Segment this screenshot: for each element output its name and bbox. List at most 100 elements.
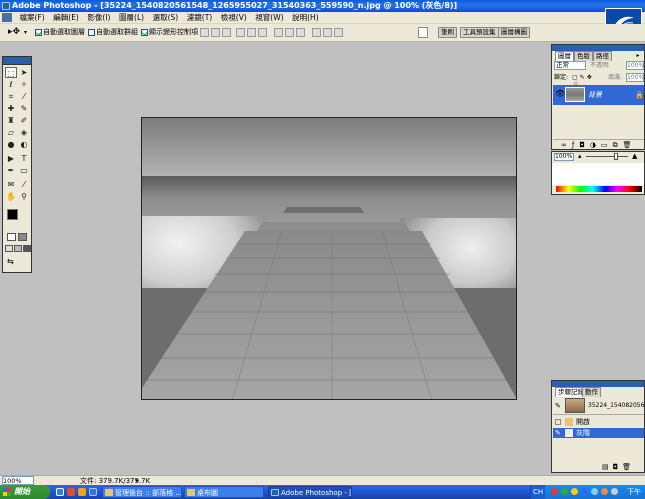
blend-mode-select[interactable]: 正常 bbox=[554, 61, 586, 70]
new-snapshot-icon[interactable]: ◘ bbox=[613, 463, 623, 471]
quick-mask-mode-icon[interactable] bbox=[18, 233, 27, 241]
tray-icon[interactable] bbox=[561, 488, 568, 495]
tray-icon[interactable] bbox=[571, 488, 578, 495]
history-brush-source-icon[interactable]: ✎ bbox=[555, 402, 561, 410]
quicklaunch-app-icon[interactable] bbox=[67, 488, 75, 496]
taskbar-button-wallpaper[interactable]: 桌布圖 bbox=[184, 486, 264, 498]
new-group-icon[interactable]: ▭ bbox=[601, 141, 613, 149]
eraser-tool-icon[interactable]: ▱ bbox=[5, 127, 17, 138]
new-layer-icon[interactable]: ⧉ bbox=[613, 141, 623, 149]
tray-icon[interactable] bbox=[601, 488, 608, 495]
start-button[interactable]: 開始 bbox=[0, 485, 50, 499]
history-snapshot[interactable]: ✎ 35224_1540820561548_... bbox=[553, 397, 644, 415]
menu-layer[interactable]: 圖層(L) bbox=[116, 12, 147, 24]
tray-icon[interactable] bbox=[581, 488, 588, 495]
tab-actions[interactable]: 動作 bbox=[582, 387, 601, 397]
taskbar-button-blog-admin[interactable]: 管理後台 :: 部落格 ... bbox=[102, 486, 182, 498]
menu-help[interactable]: 說明(H) bbox=[289, 12, 322, 24]
eye-icon[interactable]: 👁 bbox=[555, 90, 565, 98]
standard-mode-icon[interactable] bbox=[7, 233, 16, 241]
tool-preset-dropdown-icon[interactable]: ▾ bbox=[24, 29, 27, 36]
tray-icon[interactable] bbox=[551, 488, 558, 495]
well-tab-layer-comps[interactable]: 圖層構圖 bbox=[498, 27, 530, 38]
align-top-icon[interactable] bbox=[200, 28, 209, 37]
screen-mode-standard-icon[interactable] bbox=[5, 245, 13, 252]
well-tab-tool-presets[interactable]: 工具預設集 bbox=[460, 27, 499, 38]
distribute-vcenter-icon[interactable] bbox=[285, 28, 294, 37]
distribute-hcenter-icon[interactable] bbox=[323, 28, 332, 37]
menu-select[interactable]: 選取(S) bbox=[150, 12, 182, 24]
move-tool-icon[interactable]: ➤ bbox=[18, 67, 30, 78]
menu-view[interactable]: 檢視(V) bbox=[218, 12, 250, 24]
eyedropper-tool-icon[interactable]: ⁄ bbox=[18, 179, 30, 190]
shape-tool-icon[interactable]: ▭ bbox=[18, 165, 30, 176]
history-item-open[interactable]: 開啟 bbox=[553, 417, 644, 427]
brush-tool-icon[interactable]: ✎ bbox=[18, 103, 30, 114]
distribute-bottom-icon[interactable] bbox=[296, 28, 305, 37]
auto-select-group-checkbox[interactable] bbox=[88, 28, 95, 36]
zoom-slider-track[interactable] bbox=[586, 156, 628, 157]
document-canvas[interactable] bbox=[141, 117, 517, 400]
crop-tool-icon[interactable]: ⌗ bbox=[5, 91, 17, 102]
menu-filter[interactable]: 濾鏡(T) bbox=[184, 12, 215, 24]
panel-menu-icon[interactable]: ▸ bbox=[634, 52, 642, 59]
history-item-grayscale[interactable]: ✎ 灰階 bbox=[553, 428, 644, 438]
navigator-zoom-field[interactable]: 100% bbox=[554, 153, 574, 161]
fill-field[interactable]: 100% bbox=[626, 73, 644, 82]
trash-icon[interactable]: 🗑 bbox=[622, 463, 635, 471]
align-hcenter-icon[interactable] bbox=[247, 28, 256, 37]
healing-brush-tool-icon[interactable]: ✚ bbox=[5, 103, 17, 114]
foreground-color-swatch[interactable] bbox=[7, 209, 18, 220]
distribute-right-icon[interactable] bbox=[334, 28, 343, 37]
show-transform-option[interactable]: 顯示變形控制項 bbox=[141, 28, 198, 37]
status-zoom-field[interactable]: 100% bbox=[2, 476, 34, 485]
auto-select-layer-checkbox[interactable] bbox=[35, 28, 42, 36]
zoom-out-icon[interactable]: ▴ bbox=[578, 153, 582, 160]
align-bottom-icon[interactable] bbox=[222, 28, 231, 37]
slice-tool-icon[interactable]: ⁄ bbox=[18, 91, 30, 102]
hand-tool-icon[interactable]: ✋ bbox=[5, 191, 17, 202]
align-right-icon[interactable] bbox=[258, 28, 267, 37]
trash-icon[interactable]: 🗑 bbox=[623, 141, 637, 149]
auto-select-group-option[interactable]: 自動選取群組 bbox=[88, 28, 138, 37]
blur-tool-icon[interactable]: ● bbox=[5, 139, 17, 150]
align-left-icon[interactable] bbox=[236, 28, 245, 37]
menu-edit[interactable]: 編輯(E) bbox=[50, 12, 82, 24]
show-desktop-icon[interactable] bbox=[56, 488, 64, 496]
zoom-slider-thumb[interactable] bbox=[614, 153, 618, 160]
history-brush-tool-icon[interactable]: ✐ bbox=[18, 115, 30, 126]
move-tool-icon[interactable]: ▸✥ bbox=[8, 27, 20, 37]
menu-image[interactable]: 影像(I) bbox=[84, 12, 113, 24]
new-document-from-state-icon[interactable]: ▤ bbox=[602, 463, 613, 471]
toolbox-header[interactable] bbox=[3, 57, 31, 65]
well-tab-brushes[interactable]: 筆刷 bbox=[438, 27, 457, 38]
clone-stamp-tool-icon[interactable]: ♜ bbox=[5, 115, 17, 126]
new-adjustment-icon[interactable]: ◑ bbox=[590, 141, 601, 149]
jump-to-imageready-icon[interactable]: ⇆ bbox=[7, 257, 27, 266]
tab-paths[interactable]: 路徑 bbox=[593, 51, 612, 61]
color-ramp[interactable] bbox=[556, 186, 642, 192]
quicklaunch-ie-icon[interactable] bbox=[89, 488, 97, 496]
type-tool-icon[interactable]: T bbox=[18, 153, 30, 164]
language-indicator[interactable]: CH bbox=[531, 485, 546, 499]
menu-window[interactable]: 視窗(W) bbox=[252, 12, 286, 24]
path-selection-tool-icon[interactable]: ▶ bbox=[5, 153, 17, 164]
notes-tool-icon[interactable]: ✉ bbox=[5, 179, 17, 190]
distribute-top-icon[interactable] bbox=[274, 28, 283, 37]
layer-row-background[interactable]: 👁 背景 🔒 bbox=[553, 85, 644, 105]
screen-mode-full-icon[interactable] bbox=[23, 245, 31, 252]
distribute-left-icon[interactable] bbox=[312, 28, 321, 37]
quicklaunch-media-icon[interactable] bbox=[78, 488, 86, 496]
paint-bucket-tool-icon[interactable]: ◈ bbox=[18, 127, 30, 138]
tab-channels[interactable]: 色版 bbox=[574, 51, 593, 61]
lock-icons[interactable]: ▢✎✥🔒 bbox=[572, 74, 602, 88]
taskbar-button-photoshop[interactable]: Adobe Photoshop - [3... bbox=[268, 486, 352, 498]
lasso-tool-icon[interactable]: ℓ bbox=[5, 79, 17, 90]
pen-tool-icon[interactable]: ✒ bbox=[5, 165, 17, 176]
photoshop-menu-icon[interactable] bbox=[2, 13, 12, 22]
magic-wand-tool-icon[interactable]: ✧ bbox=[18, 79, 30, 90]
auto-select-layer-option[interactable]: 自動選取圖層 bbox=[35, 28, 85, 37]
align-vcenter-icon[interactable] bbox=[211, 28, 220, 37]
palette-well-toggle-icon[interactable] bbox=[418, 27, 428, 38]
dodge-tool-icon[interactable]: ◐ bbox=[18, 139, 30, 150]
